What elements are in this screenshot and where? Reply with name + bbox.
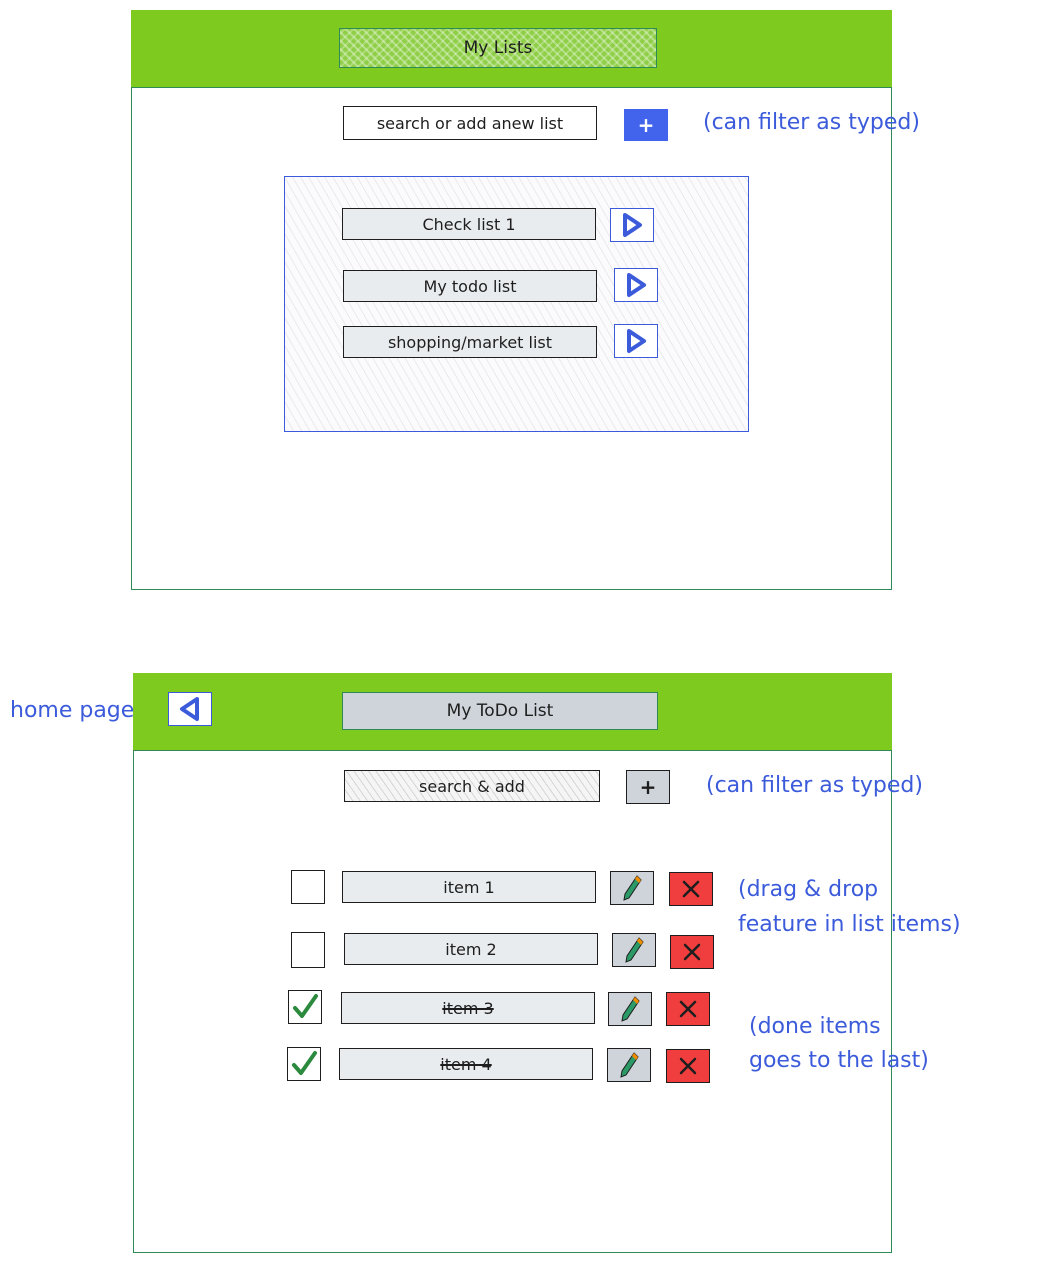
todo-item-label: item 4 <box>440 1054 492 1074</box>
home-page-note: home page <box>10 698 135 723</box>
open-list-button[interactable] <box>614 268 658 302</box>
page-title: My Lists <box>339 28 657 68</box>
list-item[interactable]: Check list 1 <box>342 208 596 240</box>
list-item[interactable]: My todo list <box>343 270 597 302</box>
edit-item-button[interactable] <box>612 933 656 967</box>
checkmark-icon <box>292 1051 317 1075</box>
checkmark-icon <box>293 994 318 1018</box>
pencil-icon <box>621 996 640 1022</box>
search-and-add-input[interactable]: search & add <box>344 770 600 802</box>
delete-item-button[interactable] <box>670 935 714 969</box>
back-triangle-icon <box>180 697 199 721</box>
edit-item-button[interactable] <box>608 992 652 1026</box>
item-checkbox[interactable] <box>291 870 325 904</box>
todo-item[interactable]: item 1 <box>342 871 596 903</box>
filter-note: (can filter as typed) <box>706 773 923 798</box>
open-list-button[interactable] <box>614 324 658 358</box>
item-checkbox-checked[interactable] <box>288 990 322 1024</box>
todo-item-label: item 3 <box>442 998 494 1018</box>
page-title: My ToDo List <box>342 692 658 730</box>
play-triangle-icon <box>623 213 642 237</box>
todo-item[interactable]: item 4 <box>339 1048 593 1080</box>
delete-item-button[interactable] <box>666 992 710 1026</box>
home-back-button[interactable] <box>168 692 212 726</box>
delete-item-button[interactable] <box>666 1049 710 1083</box>
x-icon <box>679 1000 697 1018</box>
todo-item-label: item 2 <box>445 939 497 959</box>
list-item[interactable]: shopping/market list <box>343 326 597 358</box>
add-list-button[interactable]: + <box>624 109 668 141</box>
item-checkbox-checked[interactable] <box>287 1047 321 1081</box>
drag-drop-note-line2: feature in list items) <box>738 912 961 937</box>
x-icon <box>679 1057 697 1075</box>
todo-item[interactable]: item 3 <box>341 992 595 1024</box>
todo-item-label: item 1 <box>443 877 495 897</box>
x-icon <box>682 880 700 898</box>
play-triangle-icon <box>627 329 646 353</box>
play-triangle-icon <box>627 273 646 297</box>
add-item-button[interactable]: + <box>626 770 670 804</box>
item-checkbox[interactable] <box>291 932 325 968</box>
open-list-button[interactable] <box>610 208 654 242</box>
pencil-icon <box>620 1052 639 1078</box>
done-items-note-line1: (done items <box>749 1014 881 1039</box>
search-or-add-list-input[interactable]: search or add anew list <box>343 106 597 140</box>
drag-drop-note-line1: (drag & drop <box>738 877 879 902</box>
todo-item[interactable]: item 2 <box>344 933 598 965</box>
filter-note: (can filter as typed) <box>703 110 920 135</box>
x-icon <box>683 943 701 961</box>
done-items-note-line2: goes to the last) <box>749 1048 929 1073</box>
delete-item-button[interactable] <box>669 872 713 906</box>
pencil-icon <box>623 875 642 901</box>
edit-item-button[interactable] <box>607 1048 651 1082</box>
edit-item-button[interactable] <box>610 871 654 905</box>
pencil-icon <box>625 937 644 963</box>
